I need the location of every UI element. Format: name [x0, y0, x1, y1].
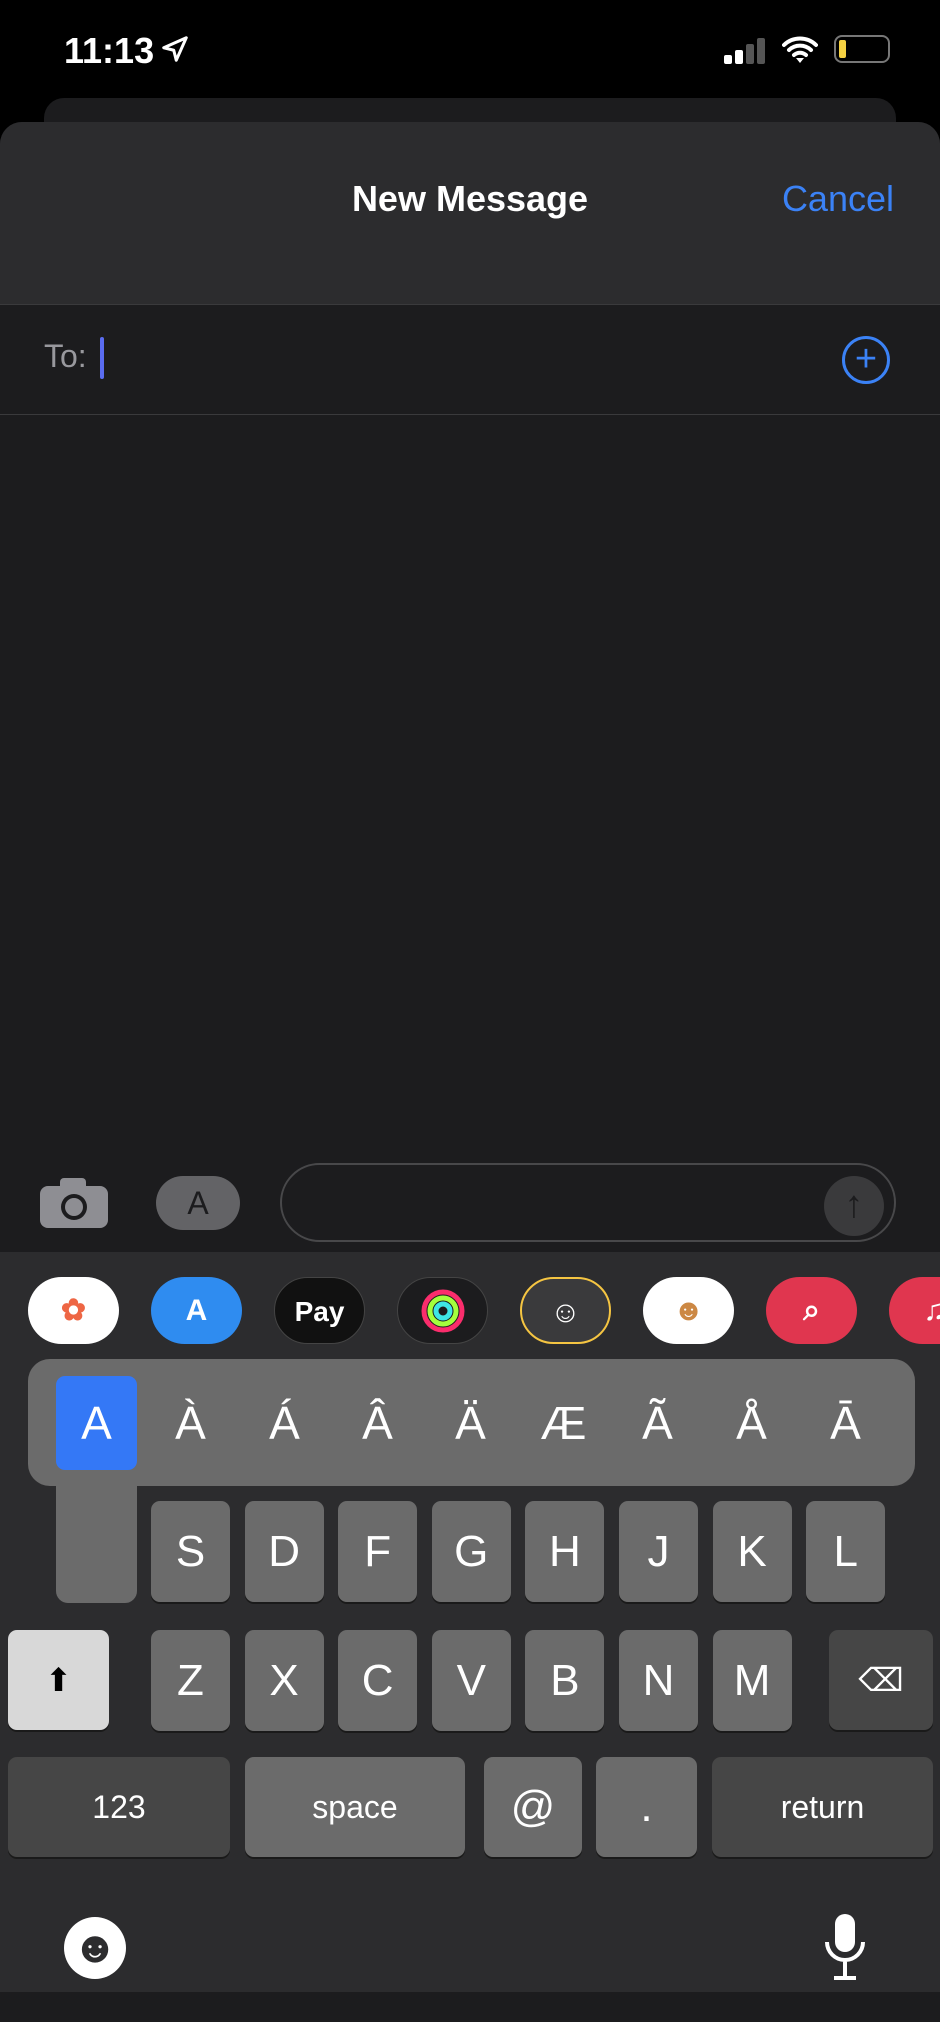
app-store[interactable]: A [151, 1277, 242, 1344]
key-n[interactable]: N [619, 1630, 698, 1731]
plus-icon: + [854, 338, 878, 380]
microphone-icon[interactable] [822, 1912, 868, 1989]
status-time: 11:13 [64, 30, 155, 71]
accent-option[interactable]: Â [337, 1376, 418, 1470]
numbers-key[interactable]: 123 [8, 1757, 230, 1857]
accent-option[interactable]: Ä [430, 1376, 511, 1470]
key-c[interactable]: C [338, 1630, 418, 1731]
key-d[interactable]: D [244, 1501, 324, 1602]
key-j[interactable]: J [619, 1501, 698, 1602]
accent-option[interactable]: A [56, 1376, 137, 1470]
space-key[interactable]: space [245, 1757, 465, 1857]
key-x[interactable]: X [244, 1630, 324, 1731]
key-z[interactable]: Z [151, 1630, 230, 1731]
app-store-icon: A [187, 1185, 209, 1221]
activity-rings-icon [421, 1289, 464, 1333]
key-v[interactable]: V [431, 1630, 511, 1731]
at-key[interactable]: @ [484, 1757, 582, 1857]
accent-option[interactable]: Á [244, 1376, 325, 1470]
key-b[interactable]: B [525, 1630, 605, 1731]
signal-icon [724, 38, 766, 64]
app-memoji[interactable]: ☺ [520, 1277, 611, 1344]
key-k[interactable]: K [712, 1501, 792, 1602]
arrow-up-icon: ↑ [844, 1184, 864, 1226]
shift-key[interactable]: ⬆ [8, 1630, 109, 1730]
camera-button[interactable] [38, 1176, 110, 1230]
accent-option[interactable]: À [150, 1376, 231, 1470]
key-f[interactable]: F [338, 1501, 418, 1602]
message-input[interactable] [280, 1163, 896, 1242]
add-contact-button[interactable]: + [842, 336, 890, 384]
key-l[interactable]: L [806, 1501, 886, 1602]
send-button[interactable]: ↑ [824, 1176, 884, 1236]
app-image-search[interactable]: ⌕ [766, 1277, 857, 1344]
accent-option[interactable]: Æ [523, 1376, 604, 1470]
key-h[interactable]: H [525, 1501, 605, 1602]
camera-icon [40, 1178, 108, 1228]
delete-key[interactable]: ⌫ [829, 1630, 933, 1730]
backspace-icon: ⌫ [858, 1662, 904, 1698]
apple-pay-label: Pay [294, 1296, 345, 1327]
period-key[interactable]: . [596, 1757, 697, 1857]
recipient-input-caret[interactable] [100, 337, 104, 379]
cancel-button[interactable]: Cancel [782, 178, 894, 220]
emoji-icon[interactable]: ☻ [64, 1917, 126, 1979]
to-label: To: [44, 338, 87, 374]
wifi-icon [782, 34, 818, 69]
app-store-button[interactable]: A [156, 1176, 240, 1230]
app-memoji-stickers[interactable]: ☻ [643, 1277, 734, 1344]
accent-option[interactable]: Å [711, 1376, 792, 1470]
return-key[interactable]: return [712, 1757, 933, 1857]
key-g[interactable]: G [431, 1501, 511, 1602]
app-activity[interactable] [397, 1277, 488, 1344]
key-s[interactable]: S [151, 1501, 230, 1602]
battery-icon [834, 35, 890, 63]
accent-option[interactable]: Ã [617, 1376, 698, 1470]
to-field-row[interactable] [0, 305, 940, 415]
location-arrow-icon [160, 34, 190, 69]
app-apple-pay[interactable]: Pay [274, 1277, 365, 1344]
shift-icon: ⬆ [45, 1662, 72, 1698]
key-m[interactable]: M [712, 1630, 792, 1731]
app-photos[interactable]: ✿ [28, 1277, 119, 1344]
accent-option[interactable]: Ā [805, 1376, 886, 1470]
